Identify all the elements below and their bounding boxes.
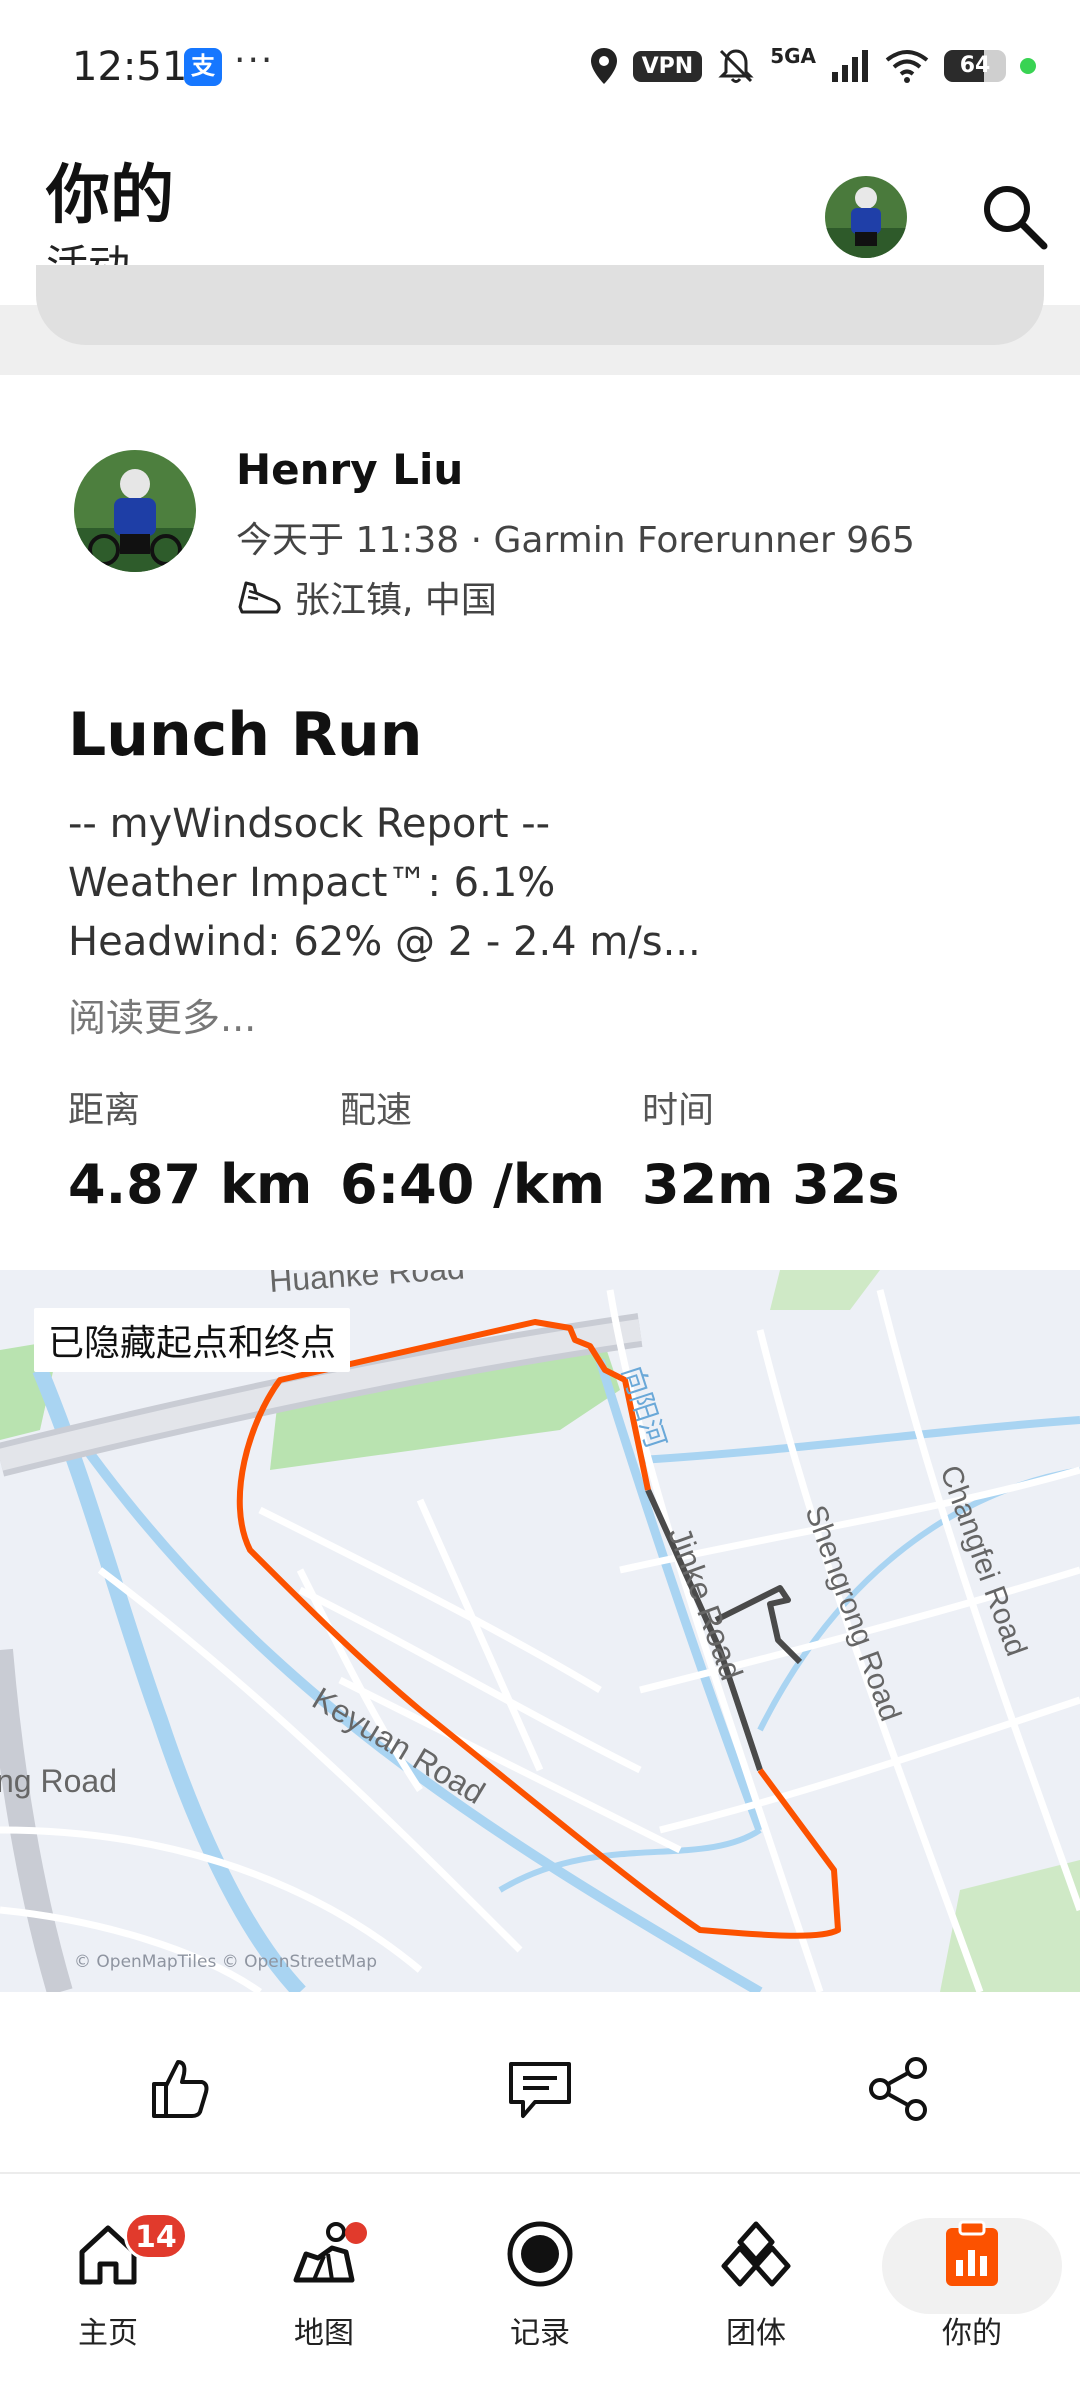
status-icons: VPN 5GA 64 xyxy=(589,44,1036,88)
nav-item-record[interactable]: 记录 xyxy=(450,2218,630,2368)
road-label: Shengrong Road xyxy=(798,1501,907,1725)
status-time: 12:51 xyxy=(72,44,188,90)
map-attribution: © OpenMapTiles © OpenStreetMap xyxy=(74,1952,378,1972)
notification-badge: 14 xyxy=(124,2212,188,2260)
muted-bell-icon xyxy=(718,49,754,83)
activity-description: -- myWindsock Report -- Weather Impact™:… xyxy=(68,795,701,972)
description-line: Weather Impact™: 6.1% xyxy=(68,860,556,906)
thumbs-up-icon[interactable] xyxy=(144,2054,214,2124)
park-area xyxy=(770,1270,880,1310)
avatar-image xyxy=(825,176,907,258)
nav-label: 主页 xyxy=(78,2316,138,2351)
nav-item-groups[interactable]: 团体 xyxy=(666,2218,846,2368)
page-title: 你的 xyxy=(46,159,174,233)
vpn-badge: VPN xyxy=(632,50,703,82)
stat-pace: 配速 6:40 /km xyxy=(340,1081,605,1216)
activity-map[interactable]: Huanke Road Keyuan Road Shengrong Road C… xyxy=(0,1270,1080,1992)
profile-avatar[interactable] xyxy=(825,176,907,258)
stat-label: 距离 xyxy=(68,1090,141,1131)
activity-card[interactable]: Henry Liu 今天于 11:38 · Garmin Forerunner … xyxy=(0,375,1080,1270)
stat-value: 4.87 km xyxy=(68,1153,313,1216)
search-icon[interactable] xyxy=(978,180,1050,252)
collapsed-card xyxy=(36,265,1044,345)
nav-item-you[interactable]: 你的 xyxy=(882,2218,1062,2368)
privacy-indicator-dot xyxy=(1020,58,1036,74)
highway xyxy=(0,1648,73,1992)
activity-title[interactable]: Lunch Run xyxy=(68,700,422,770)
share-icon[interactable] xyxy=(864,2054,934,2124)
athlete-avatar[interactable] xyxy=(74,450,196,572)
battery-level: 64 xyxy=(959,53,991,78)
river xyxy=(639,1416,1080,1464)
athlete-avatar-image xyxy=(74,450,196,572)
read-more-link[interactable]: 阅读更多... xyxy=(68,987,256,1042)
activity-location: 张江镇, 中国 xyxy=(294,580,497,621)
battery-icon: 64 xyxy=(944,50,1006,82)
notification-dot xyxy=(345,2222,367,2244)
start-end-hidden-label: 已隐藏起点和终点 xyxy=(34,1308,351,1372)
stat-value: 6:40 /km xyxy=(340,1153,606,1216)
river xyxy=(75,1437,763,1992)
nav-item-maps[interactable]: 地图 xyxy=(234,2218,414,2368)
stat-label: 时间 xyxy=(642,1090,715,1131)
nav-label: 你的 xyxy=(942,2316,1002,2351)
activity-location-row: 张江镇, 中国 xyxy=(236,571,497,623)
nav-label: 记录 xyxy=(510,2316,570,2351)
stat-value: 32m 32s xyxy=(642,1153,900,1216)
road-label: ng Road xyxy=(0,1763,117,1799)
activity-actions xyxy=(0,1992,1080,2172)
stat-label: 配速 xyxy=(340,1090,413,1131)
activity-meta: 今天于 11:38 · Garmin Forerunner 965 xyxy=(236,520,915,561)
park-area xyxy=(940,1860,1080,1992)
road-label: Huanke Road xyxy=(268,1270,466,1299)
groups-icon xyxy=(721,2221,791,2287)
more-notifications-icon: ··· xyxy=(234,40,275,81)
status-bar: 12:51 支 ··· VPN 5GA 64 xyxy=(0,0,1080,140)
bottom-nav: 主页 14 地图 记录 团体 你的 xyxy=(0,2174,1080,2400)
previous-card-edge xyxy=(0,265,1080,375)
wifi-icon xyxy=(885,50,929,83)
comment-icon[interactable] xyxy=(505,2054,575,2124)
running-shoe-icon xyxy=(238,581,281,614)
stat-time: 时间 32m 32s xyxy=(642,1081,900,1216)
description-line: -- myWindsock Report -- xyxy=(68,801,551,847)
river xyxy=(32,1366,306,1992)
map-canvas: Huanke Road Keyuan Road Shengrong Road C… xyxy=(0,1270,1080,1992)
athlete-name[interactable]: Henry Liu xyxy=(236,445,463,494)
alipay-notification-icon: 支 xyxy=(184,48,222,86)
stat-distance: 距离 4.87 km xyxy=(68,1081,312,1216)
clipboard-chart-icon xyxy=(946,2220,998,2286)
record-icon xyxy=(507,2221,573,2287)
nav-label: 地图 xyxy=(294,2316,354,2351)
location-icon xyxy=(590,48,617,84)
signal-icon xyxy=(832,50,868,82)
network-type: 5GA xyxy=(770,44,816,68)
nav-label: 团体 xyxy=(726,2316,786,2351)
description-line: Headwind: 62% @ 2 - 2.4 m/s... xyxy=(68,919,701,965)
